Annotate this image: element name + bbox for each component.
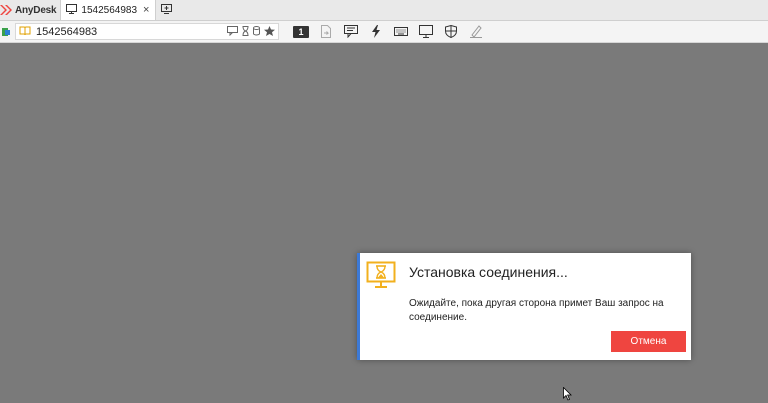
- tab-session[interactable]: 1542564983 ×: [60, 0, 157, 20]
- dialog-message: Ожидайте, пока другая сторона примет Ваш…: [409, 298, 664, 323]
- display-icon[interactable]: [418, 24, 434, 40]
- app-name: AnyDesk: [15, 4, 57, 16]
- storage-icon[interactable]: [253, 23, 260, 41]
- tab-label: 1542564983: [81, 4, 138, 16]
- chat-icon[interactable]: [227, 23, 238, 41]
- dialog-title: Установка соединения...: [409, 264, 568, 280]
- close-icon[interactable]: ×: [143, 4, 149, 16]
- monitor-icon: [66, 1, 78, 19]
- favorite-star-icon[interactable]: [264, 23, 275, 41]
- connection-dialog: Установка соединения... Ожидайте, пока д…: [357, 253, 691, 360]
- file-transfer-icon[interactable]: [318, 24, 334, 40]
- address-bar[interactable]: 1542564983: [15, 23, 279, 40]
- permissions-shield-icon[interactable]: [443, 24, 459, 40]
- hourglass-monitor-icon: [366, 261, 396, 289]
- mouse-cursor-icon: [563, 386, 573, 401]
- actions-lightning-icon[interactable]: [368, 24, 384, 40]
- anydesk-window: AnyDesk 1542564983 × 1542564983 1 Устано…: [0, 0, 768, 403]
- session-tools: 1: [293, 24, 484, 40]
- address-book-icon[interactable]: [19, 23, 31, 41]
- history-icon[interactable]: [242, 23, 249, 41]
- anydesk-logo-icon: [0, 4, 12, 16]
- chat-icon[interactable]: [343, 24, 359, 40]
- cancel-button[interactable]: Отмена: [611, 331, 686, 352]
- new-tab-icon: [160, 1, 172, 19]
- keyboard-icon[interactable]: [393, 24, 409, 40]
- new-tab-button[interactable]: [156, 0, 176, 20]
- connection-status-icon[interactable]: [0, 27, 12, 37]
- toolbar: 1542564983 1: [0, 21, 768, 43]
- tab-bar: AnyDesk 1542564983 ×: [0, 0, 768, 21]
- monitor-number: 1: [293, 25, 309, 38]
- brand[interactable]: AnyDesk: [0, 0, 60, 20]
- whiteboard-pen-icon[interactable]: [468, 24, 484, 40]
- address-input[interactable]: 1542564983: [36, 26, 222, 38]
- display-switch-button[interactable]: 1: [293, 24, 309, 40]
